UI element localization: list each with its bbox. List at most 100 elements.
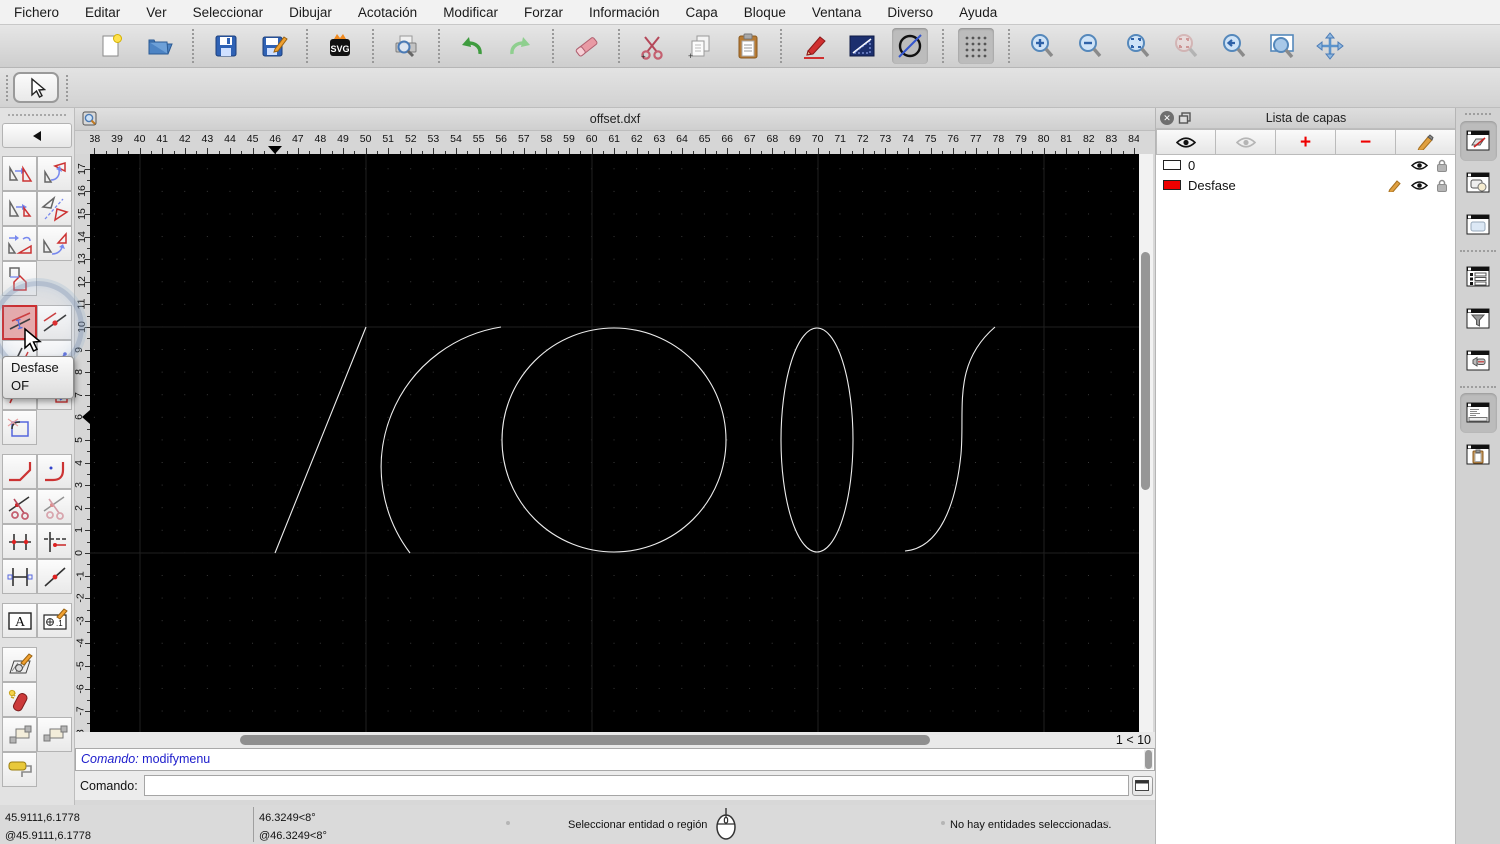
command-dock-button[interactable] [1459,393,1497,433]
layer-lock-toggle[interactable] [1436,179,1448,192]
dim-edit-tool[interactable]: .1 [37,603,72,638]
divide-tool[interactable] [37,305,72,340]
order-down-tool[interactable] [2,717,37,752]
move-tool[interactable] [2,156,37,191]
redo-icon[interactable] [502,28,538,64]
menu-item-ver[interactable]: Ver [146,5,166,20]
circle-tool-icon[interactable] [892,28,928,64]
eye-icon[interactable] [1411,180,1428,191]
menu-item-forzar[interactable]: Forzar [524,5,563,20]
divide-cut-2-tool[interactable] [37,489,72,524]
library-dock-button[interactable] [1460,205,1497,245]
order-up-tool[interactable] [37,717,72,752]
lengthen-tool[interactable] [2,559,37,594]
offset-tool[interactable] [2,305,37,340]
split-tool[interactable] [37,559,72,594]
menu-item-ventana[interactable]: Ventana [812,5,862,20]
vertical-scrollbar[interactable] [1139,154,1153,732]
entity-arc[interactable] [380,326,502,554]
horizontal-scrollbar[interactable]: 1 < 10 [75,732,1155,748]
bevel-tool[interactable] [2,454,37,489]
zoom-pan-icon[interactable] [1312,28,1348,64]
copy-icon[interactable]: + [682,28,718,64]
explode-tool[interactable] [2,682,37,717]
dock-drag-handle[interactable] [8,114,66,119]
zoom-out-icon[interactable] [1072,28,1108,64]
paste-icon[interactable] [730,28,766,64]
zoom-auto-icon[interactable] [1120,28,1156,64]
menu-item-información[interactable]: Información [589,5,660,20]
pencil-icon[interactable] [1388,179,1403,192]
show-all-layers-button[interactable] [1156,129,1216,155]
fillet-tool[interactable] [37,454,72,489]
layer-row-0[interactable]: 0 [1156,155,1456,175]
trim-two-tool[interactable] [2,524,37,559]
layer-row-Desfase[interactable]: Desfase [1156,175,1456,195]
text-edit-tool[interactable]: A [2,603,37,638]
trim-tool[interactable] [37,524,72,559]
filter-dock-button[interactable] [1460,299,1497,339]
save-as-icon[interactable] [256,28,292,64]
layer-lock-toggle[interactable] [1436,159,1448,172]
toolbar-drag-handle[interactable] [6,75,8,101]
line-tool-icon[interactable] [844,28,880,64]
move-rotate-tool[interactable] [2,226,37,261]
undo-icon[interactable] [454,28,490,64]
menu-item-diverso[interactable]: Diverso [887,5,933,20]
print-preview-icon[interactable] [388,28,424,64]
zoom-window-icon[interactable] [1264,28,1300,64]
divide-cut-tool[interactable] [2,489,37,524]
draw-pencil-icon[interactable] [796,28,832,64]
lock-icon[interactable] [1436,159,1448,172]
drawing-canvas[interactable] [90,154,1139,732]
eraser-icon[interactable] [568,28,604,64]
command-keyboard-button[interactable] [1131,775,1153,796]
remove-layer-button[interactable]: − [1336,129,1396,155]
grid-toggle-icon[interactable] [958,28,994,64]
entity-list-dock-button[interactable] [1460,257,1497,297]
new-file-icon[interactable] [94,28,130,64]
menu-item-editar[interactable]: Editar [85,5,120,20]
hatch-edit-tool[interactable] [2,647,37,682]
cut-icon[interactable]: + [634,28,670,64]
lock-icon[interactable] [1436,179,1448,192]
entity-line[interactable] [274,326,367,554]
fillet-box-tool[interactable] [2,410,37,445]
layer-visibility-toggle[interactable] [1411,160,1428,171]
export-svg-icon[interactable]: SVG [322,28,358,64]
zoom-in-icon[interactable] [1024,28,1060,64]
scale-tool[interactable] [2,191,37,226]
entity-circle[interactable] [501,327,727,553]
menu-item-modificar[interactable]: Modificar [443,5,498,20]
edit-layer-button[interactable] [1396,129,1456,155]
entity-spline[interactable] [904,326,996,552]
paint-tool[interactable] [2,752,37,787]
announce-dock-button[interactable] [1460,341,1497,381]
command-input[interactable] [143,775,1129,796]
dock-drag-handle[interactable] [1465,113,1491,115]
vertical-scrollbar-thumb[interactable] [1141,252,1150,490]
menu-item-acotación[interactable]: Acotación [358,5,417,20]
stretch-tool[interactable] [2,261,37,296]
menu-item-ayuda[interactable]: Ayuda [959,5,997,20]
command-history-scrollbar[interactable] [1144,750,1153,769]
toolbar-drag-handle[interactable] [66,75,68,101]
entity-ellipse[interactable] [780,327,854,553]
drawing-window-titlebar[interactable]: offset.dxf [75,108,1155,131]
layer-visibility-toggle[interactable] [1411,180,1428,191]
zoom-back-icon[interactable] [1216,28,1252,64]
select-pointer-button[interactable] [13,72,59,103]
menu-item-capa[interactable]: Capa [686,5,718,20]
blocks-dock-button[interactable] [1460,163,1497,203]
tools-back-button[interactable] [2,123,72,148]
hide-all-layers-button[interactable] [1216,129,1276,155]
eye-icon[interactable] [1411,160,1428,171]
menu-item-fichero[interactable]: Fichero [14,5,59,20]
menu-item-seleccionar[interactable]: Seleccionar [193,5,264,20]
clipboard-dock-button[interactable] [1460,435,1497,475]
layers-dock-button[interactable] [1459,121,1497,161]
rotate-two-tool[interactable] [37,226,72,261]
zoom-previous-icon[interactable] [1168,28,1204,64]
save-icon[interactable] [208,28,244,64]
horizontal-scrollbar-thumb[interactable] [240,735,930,745]
